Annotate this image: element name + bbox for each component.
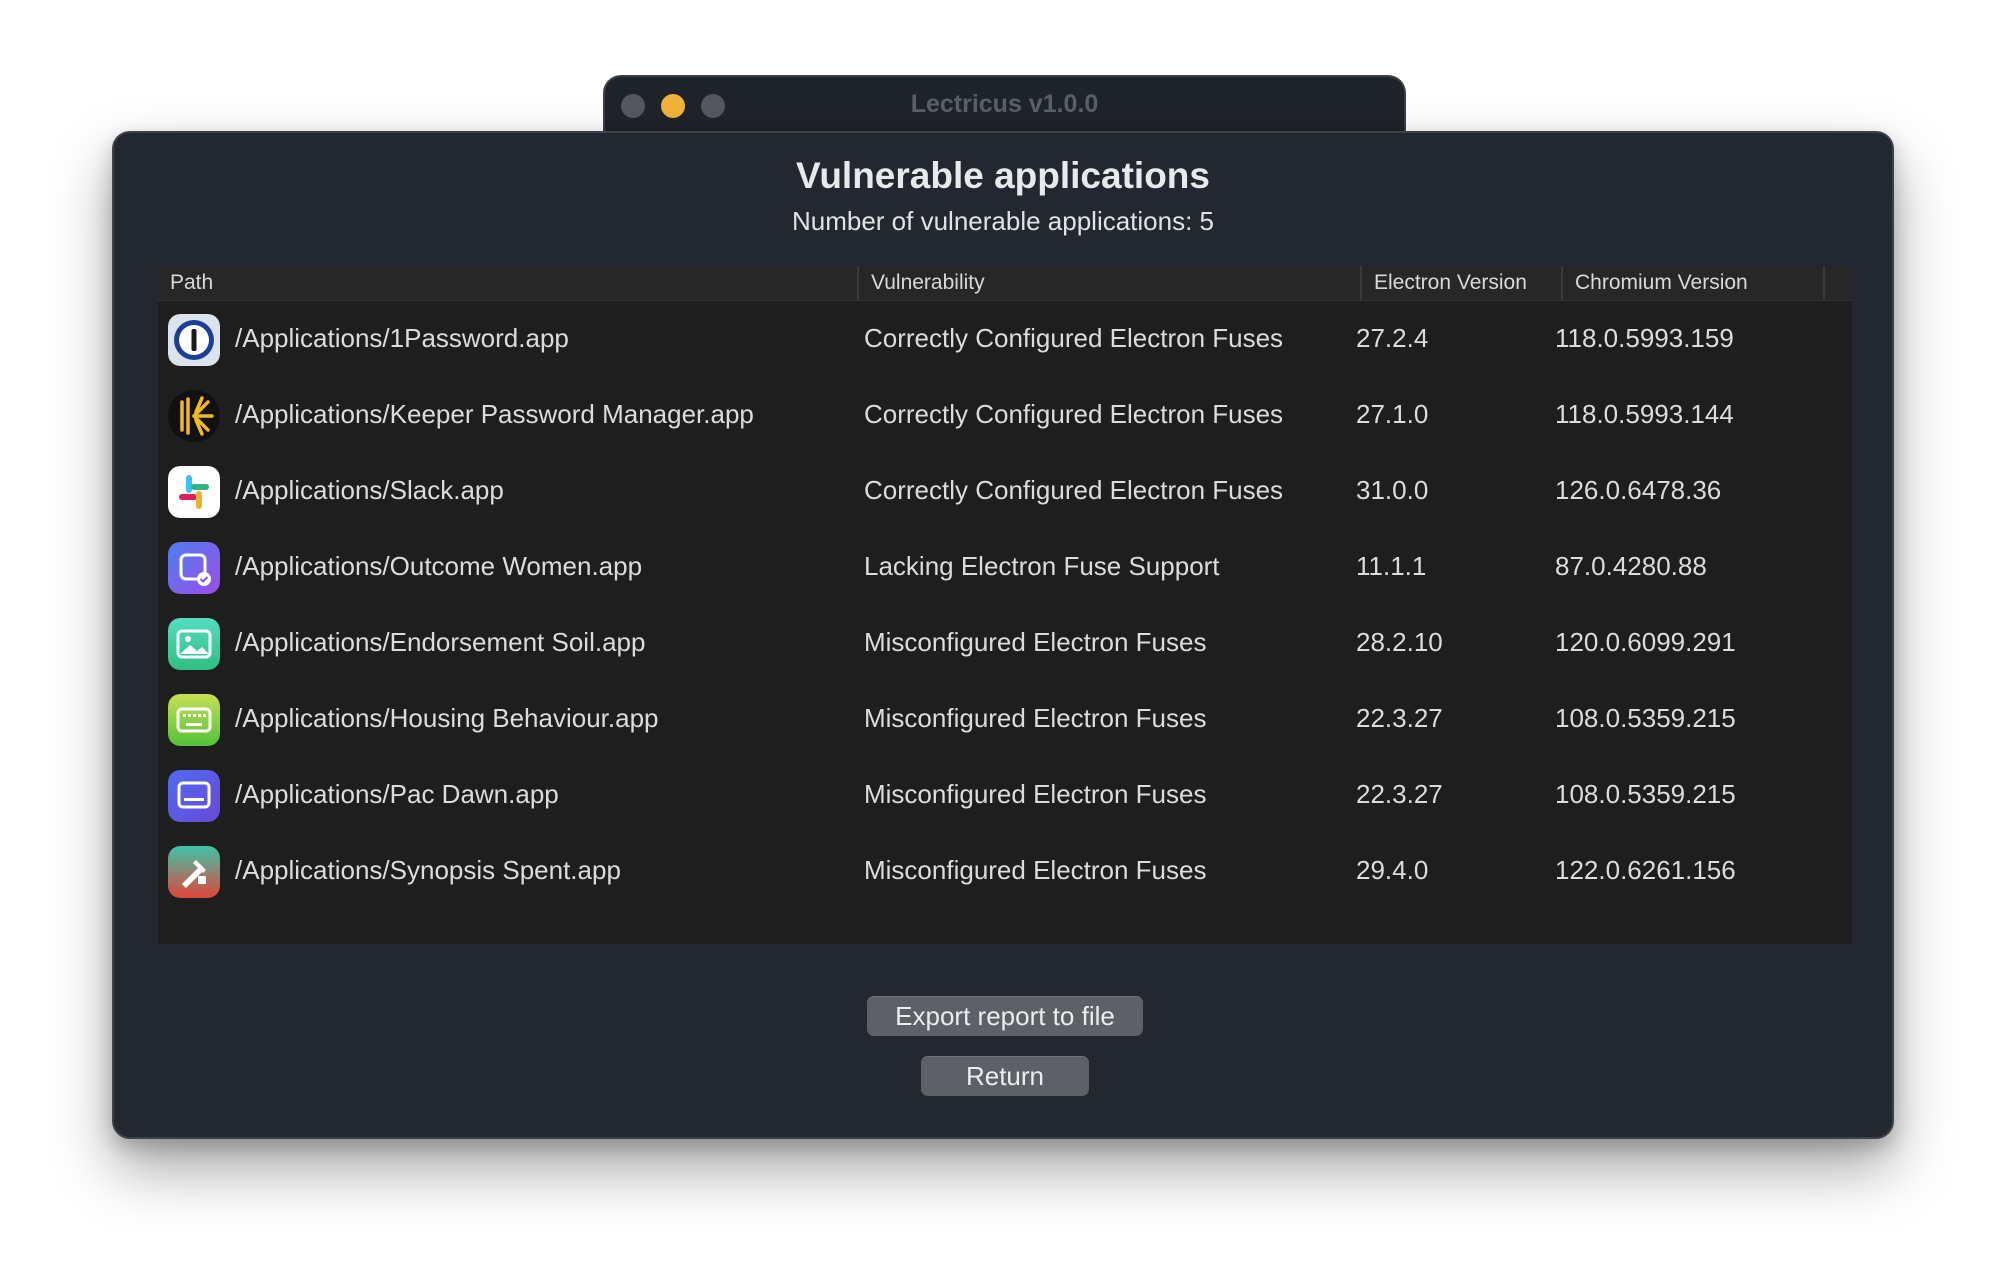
onepassword-app-icon xyxy=(168,314,220,366)
table-header: Path Vulnerability Electron Version Chro… xyxy=(158,266,1852,301)
chromium-version-cell: 118.0.5993.144 xyxy=(1555,399,1734,429)
path-cell: /Applications/Slack.app xyxy=(235,475,504,505)
chromium-version-cell: 118.0.5993.159 xyxy=(1555,323,1734,353)
path-cell: /Applications/1Password.app xyxy=(235,323,569,353)
column-header-vulnerability[interactable]: Vulnerability xyxy=(859,266,1362,300)
path-cell: /Applications/Keeper Password Manager.ap… xyxy=(235,399,754,429)
outcome-women-app-icon xyxy=(168,542,220,594)
page-title: Vulnerable applications xyxy=(796,155,1210,196)
electron-version-cell: 27.2.4 xyxy=(1356,323,1429,353)
export-report-button[interactable]: Export report to file xyxy=(867,996,1143,1036)
path-cell: /Applications/Pac Dawn.app xyxy=(235,779,559,809)
chromium-version-cell: 87.0.4280.88 xyxy=(1555,551,1707,581)
pac-dawn-app-icon xyxy=(168,770,220,822)
chromium-version-cell: 120.0.6099.291 xyxy=(1555,627,1736,657)
path-cell: /Applications/Outcome Women.app xyxy=(235,551,643,581)
vulnerable-count-label: Number of vulnerable applications: 5 xyxy=(791,206,1215,236)
table-row[interactable]: /Applications/Slack.app Correctly Configu… xyxy=(158,452,1852,528)
electron-version-cell: 31.0.0 xyxy=(1356,475,1429,505)
vulnerability-cell: Correctly Configured Electron Fuses xyxy=(864,475,1284,505)
main-panel: Vulnerable applications Number of vulner… xyxy=(112,131,1894,1139)
synopsis-spent-app-icon xyxy=(168,846,220,898)
vulnerable-apps-table[interactable]: Path Vulnerability Electron Version Chro… xyxy=(158,266,1852,944)
path-cell: /Applications/Endorsement Soil.app xyxy=(235,627,646,657)
vulnerability-cell: Misconfigured Electron Fuses xyxy=(864,627,1207,657)
vulnerability-cell: Lacking Electron Fuse Support xyxy=(864,551,1220,581)
return-button[interactable]: Return xyxy=(921,1056,1089,1096)
chromium-version-cell: 126.0.6478.36 xyxy=(1555,475,1722,505)
endorsement-soil-app-icon xyxy=(168,618,220,670)
electron-version-cell: 11.1.1 xyxy=(1356,551,1427,581)
vulnerability-cell: Misconfigured Electron Fuses xyxy=(864,855,1207,885)
path-cell: /Applications/Housing Behaviour.app xyxy=(235,703,659,733)
column-header-path[interactable]: Path xyxy=(158,266,859,300)
table-row[interactable]: /Applications/Keeper Password Manager.ap… xyxy=(158,376,1852,452)
chromium-version-cell: 108.0.5359.215 xyxy=(1555,703,1736,733)
electron-version-cell: 28.2.10 xyxy=(1356,627,1443,657)
table-row[interactable]: /Applications/Pac Dawn.app Misconfigured … xyxy=(158,756,1852,832)
table-row[interactable]: /Applications/Outcome Women.app Lacking E… xyxy=(158,528,1852,604)
vulnerability-cell: Misconfigured Electron Fuses xyxy=(864,779,1207,809)
electron-version-cell: 29.4.0 xyxy=(1356,855,1429,885)
slack-app-icon xyxy=(168,466,220,518)
vulnerability-cell: Misconfigured Electron Fuses xyxy=(864,703,1207,733)
vulnerability-cell: Correctly Configured Electron Fuses xyxy=(864,399,1284,429)
path-cell: /Applications/Synopsis Spent.app xyxy=(235,855,621,885)
table-row[interactable]: /Applications/Endorsement Soil.app Miscon… xyxy=(158,604,1852,680)
vulnerability-cell: Correctly Configured Electron Fuses xyxy=(864,323,1284,353)
electron-version-cell: 22.3.27 xyxy=(1356,779,1443,809)
column-header-electron-version[interactable]: Electron Version xyxy=(1362,266,1563,300)
table-row[interactable]: /Applications/Synopsis Spent.app Misconfi… xyxy=(158,832,1852,908)
chromium-version-cell: 122.0.6261.156 xyxy=(1555,855,1736,885)
table-row[interactable]: /Applications/1Password.app Correctly Con… xyxy=(158,300,1852,376)
housing-behaviour-app-icon xyxy=(168,694,220,746)
chromium-version-cell: 108.0.5359.215 xyxy=(1555,779,1736,809)
window-title: Lectricus v1.0.0 xyxy=(910,90,1099,118)
keeper-app-icon xyxy=(168,390,220,442)
electron-version-cell: 22.3.27 xyxy=(1356,703,1443,733)
table-row[interactable]: /Applications/Housing Behaviour.app Misco… xyxy=(158,680,1852,756)
electron-version-cell: 27.1.0 xyxy=(1356,399,1429,429)
column-header-chromium-version[interactable]: Chromium Version xyxy=(1563,266,1825,300)
